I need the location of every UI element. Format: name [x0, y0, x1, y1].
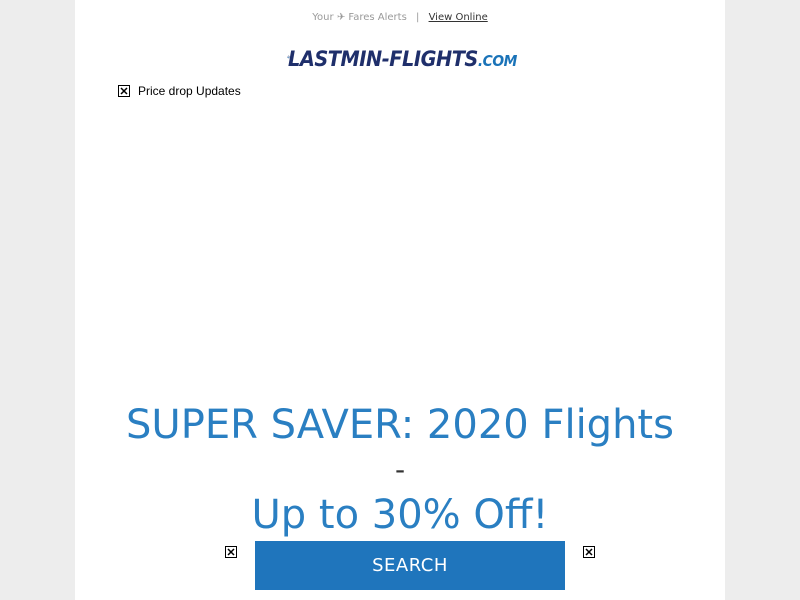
brand-name: LASTMIN-FLIGHTS [288, 47, 479, 71]
plane-icon: ✈ [336, 12, 346, 23]
email-body: Your ✈ Fares Alerts | View Online LASTMI… [75, 0, 725, 600]
preheader-text-prefix: Your [312, 12, 334, 23]
broken-image-icon [118, 85, 130, 97]
promo-dash: - [394, 453, 406, 486]
preheader: Your ✈ Fares Alerts | View Online [75, 11, 725, 25]
brand-logo[interactable]: LASTMIN-FLIGHTS.COM [287, 36, 537, 78]
preheader-text-suffix: Fares Alerts [348, 12, 407, 23]
promo-line-2: Up to 30% Off! [251, 492, 549, 538]
promo-line-1: SUPER SAVER: 2020 Flights [126, 402, 674, 448]
price-drop-image-placeholder[interactable]: Price drop Updates [118, 84, 241, 98]
preheader-separator: | [416, 12, 420, 23]
brand-domain-suffix: .COM [478, 52, 518, 70]
price-drop-alt-text: Price drop Updates [138, 84, 241, 98]
view-online-link[interactable]: View Online [429, 12, 488, 23]
broken-image-icon [225, 546, 237, 558]
broken-image-icon [583, 546, 595, 558]
brand-wordmark: LASTMIN-FLIGHTS.COM [288, 47, 517, 71]
search-button[interactable]: SEARCH [255, 541, 565, 590]
promo-headline[interactable]: SUPER SAVER: 2020 Flights - Up to 30% Of… [75, 400, 725, 540]
